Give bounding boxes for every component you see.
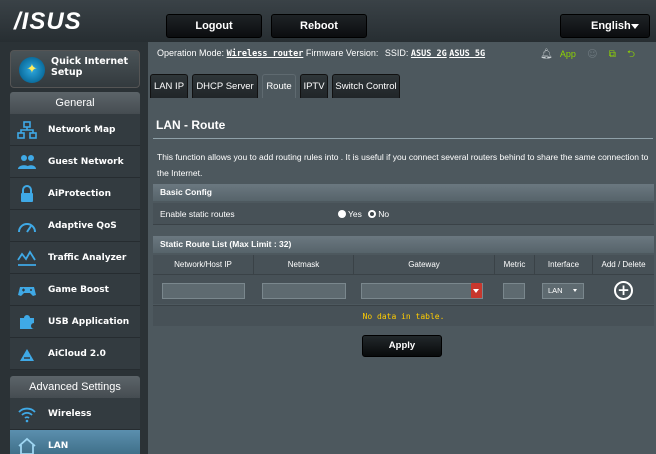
radio-unselected-icon [338,210,346,218]
page-description: This function allows you to add routing … [157,152,649,178]
asus-logo: /ISUS [14,8,82,35]
language-label: English [591,20,631,32]
ssid-2g-link[interactable]: ASUS_2G [411,49,447,59]
column-add-delete: Add / Delete [601,260,646,269]
sidebar-item-label: Wireless [48,409,92,419]
no-radio[interactable]: No [368,209,389,219]
clients-icon[interactable]: ☺ [587,49,597,60]
sidebar-item-wireless[interactable]: Wireless [10,398,140,430]
static-routes-radio-group: Yes No [338,203,389,225]
sidebar-item-label: AiCloud 2.0 [48,349,106,359]
operation-mode-link[interactable]: Wireless router [227,49,304,59]
traffic-chart-icon [17,250,36,266]
sidebar-item-traffic-analyzer[interactable]: Traffic Analyzer [10,242,140,274]
sidebar-item-label: AiProtection [48,189,111,199]
column-netmask: Netmask [254,255,354,274]
column-metric: Metric [495,255,535,274]
gamepad-icon [18,287,36,296]
tab-switch-control[interactable]: Switch Control [332,74,400,98]
general-section-header: General [10,92,140,114]
tab-iptv[interactable]: IPTV [300,74,328,98]
advanced-menu: Wireless LAN [10,398,140,454]
sidebar-item-label: USB Application [48,317,130,327]
gateway-input[interactable] [361,283,483,299]
static-route-list-header: Static Route List (Max Limit : 32) [153,236,654,253]
metric-input[interactable] [503,283,525,299]
app-link[interactable]: App [560,49,576,59]
sidebar-item-label: Guest Network [48,157,124,167]
sidebar-item-adaptive-qos[interactable]: Adaptive QoS [10,210,140,242]
gateway-dropdown-button[interactable] [471,283,482,298]
basic-config-header: Basic Config [153,184,654,201]
status-line: Operation Mode: Wireless router Firmware… [157,48,485,59]
tab-route[interactable]: Route [262,74,296,98]
network-map-icon [17,121,37,139]
sidebar-item-label: Adaptive QoS [48,221,117,231]
lock-icon [21,185,33,202]
status-icons: 🔔︎ App ☺ ⧉ ⮌ [540,47,635,61]
advanced-settings-header: Advanced Settings [10,376,140,398]
magic-wand-icon: ✦ [19,57,45,83]
sidebar-item-usb-application[interactable]: USB Application [10,306,140,338]
chevron-down-icon [573,289,577,292]
add-route-icon[interactable]: + [614,281,633,300]
netmask-input[interactable] [262,283,346,299]
enable-static-routes-label: Enable static routes [160,209,235,219]
reboot-button[interactable]: Reboot [271,14,367,38]
chevron-down-icon [631,24,639,29]
logout-button[interactable]: Logout [166,14,262,38]
tab-dhcp-server[interactable]: DHCP Server [192,74,258,98]
radio-selected-icon [368,210,377,218]
quick-internet-setup-label: Quick Internet Setup [51,56,129,78]
sidebar: ✦ Quick Internet Setup General Network M… [0,42,148,454]
speedometer-icon [18,223,36,233]
empty-table-message: No data in table. [153,305,654,326]
sidebar-item-network-map[interactable]: Network Map [10,114,140,146]
network-host-ip-input[interactable] [162,283,245,299]
sidebar-item-lan[interactable]: LAN [10,430,140,454]
route-input-row: LAN + [153,274,654,304]
bell-icon[interactable]: 🔔︎ [540,49,553,60]
sidebar-item-label: Traffic Analyzer [48,253,127,263]
tab-lan-ip[interactable]: LAN IP [150,74,188,98]
sidebar-item-label: LAN [48,441,69,451]
quick-internet-setup-button[interactable]: ✦ Quick Internet Setup [10,50,140,88]
sidebar-item-label: Game Boost [48,285,109,295]
yes-label: Yes [348,209,362,219]
static-routes-row: Enable static routes Yes No [153,203,654,225]
column-gateway: Gateway [354,255,495,274]
page-title: LAN - Route [156,118,226,132]
wifi-icon [18,407,36,423]
firmware-label: Firmware Version: [305,48,379,58]
column-interface: Interface [535,255,593,274]
no-label: No [378,209,390,219]
operation-mode-label: Operation Mode: [157,48,225,58]
language-select[interactable]: English [560,14,650,38]
sidebar-item-game-boost[interactable]: Game Boost [10,274,140,306]
route-table-header: Network/Host IP Netmask Gateway Metric I… [153,255,654,274]
cloud-icon [20,349,34,361]
general-menu: Network Map Guest Network AiProtection A… [10,114,140,370]
sidebar-item-aiprotection[interactable]: AiProtection [10,178,140,210]
home-icon [18,437,36,454]
copy-icon[interactable]: ⧉ [609,49,616,60]
apply-button[interactable]: Apply [362,335,442,357]
title-divider [153,138,653,139]
column-network-host-ip: Network/Host IP [153,255,254,274]
ssid-5g-link[interactable]: ASUS_5G [449,49,485,59]
ssid-label: SSID: [384,48,409,58]
sidebar-item-label: Network Map [48,125,116,135]
puzzle-icon [20,315,34,329]
guest-users-icon [18,155,36,169]
interface-value: LAN [548,286,563,295]
yes-radio[interactable]: Yes [338,209,362,219]
top-bar: /ISUS Logout Reboot English [0,0,656,42]
sidebar-item-aicloud[interactable]: AiCloud 2.0 [10,338,140,370]
usb-icon[interactable]: ⮌ [627,49,635,60]
sidebar-item-guest-network[interactable]: Guest Network [10,146,140,178]
interface-select[interactable]: LAN [542,283,584,299]
